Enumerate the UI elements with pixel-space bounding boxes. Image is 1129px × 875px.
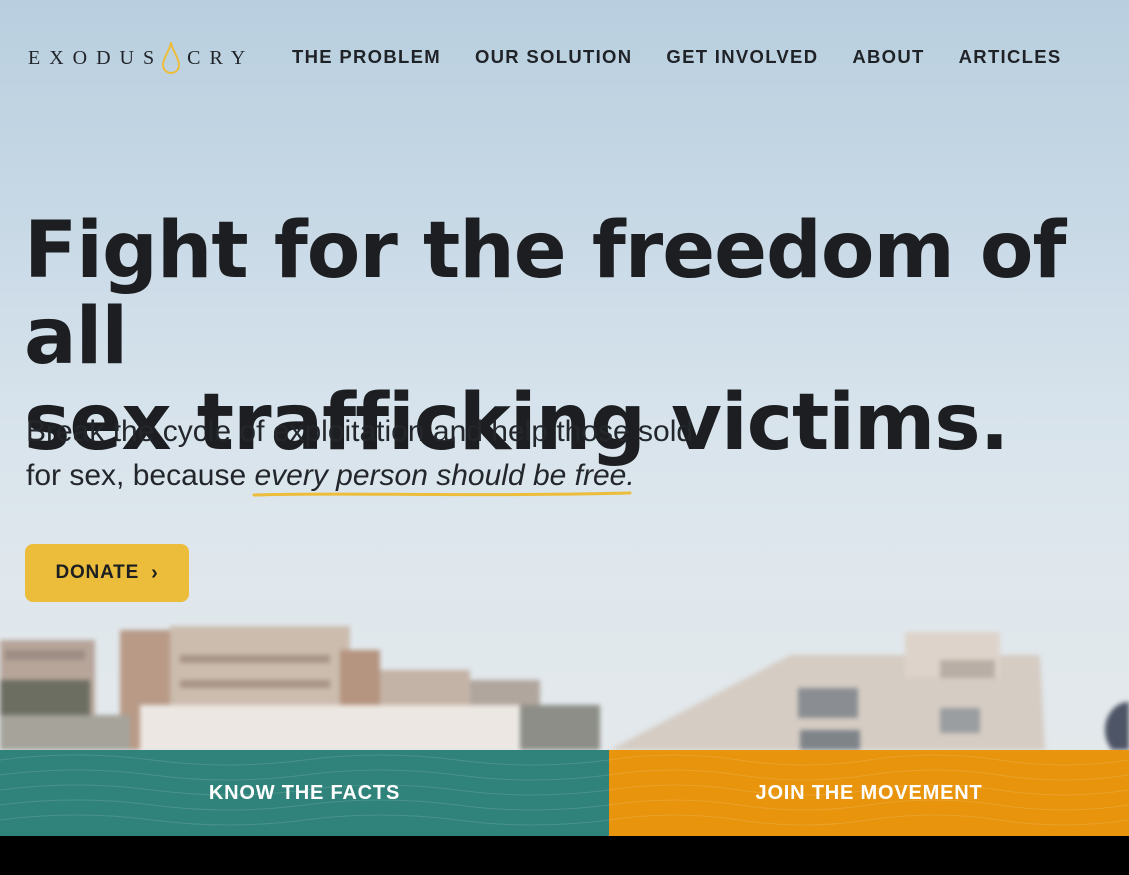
know-the-facts-button[interactable]: KNOW THE FACTS [0,750,609,836]
nav-item-about[interactable]: ABOUT [852,46,924,68]
chevron-right-icon: › [151,562,159,584]
nav-menu: THE PROBLEM OUR SOLUTION GET INVOLVED AB… [292,46,1096,68]
subheading-line-2-prefix: for sex, because [26,459,255,492]
nav-item-articles[interactable]: ARTICLES [959,46,1062,68]
logo-text-left: EXODUS [28,46,164,69]
join-the-movement-button[interactable]: JOIN THE MOVEMENT [609,750,1129,836]
subheading-line-1: Break the cycle of exploitation and help… [26,415,694,448]
join-the-movement-label: JOIN THE MOVEMENT [755,781,983,804]
nav-item-get-involved[interactable]: GET INVOLVED [666,46,818,68]
top-navigation: EXODUS CRY THE PROBLEM OUR SOLUTION GET … [0,0,1129,115]
site-logo[interactable]: EXODUS CRY [28,40,254,76]
donate-button[interactable]: DONATE › [25,544,189,602]
underline-highlight [252,491,632,497]
know-the-facts-label: KNOW THE FACTS [208,781,401,804]
subheading-emphasis-text: every person should be free. [254,459,635,492]
bottom-black-bar [0,836,1129,875]
subheading-emphasis: every person should be free. [252,459,635,497]
nav-item-our-solution[interactable]: OUR SOLUTION [475,46,632,68]
drop-icon [161,41,181,75]
logo-text-right: CRY [187,46,255,69]
donate-label: DONATE [55,562,140,583]
hero-section: EXODUS CRY THE PROBLEM OUR SOLUTION GET … [0,0,1129,750]
headline-line-1: Fight for the freedom of all [24,206,1066,382]
nav-item-the-problem[interactable]: THE PROBLEM [292,46,441,68]
hero-subheading: Break the cycle of exploitation and help… [26,410,746,498]
